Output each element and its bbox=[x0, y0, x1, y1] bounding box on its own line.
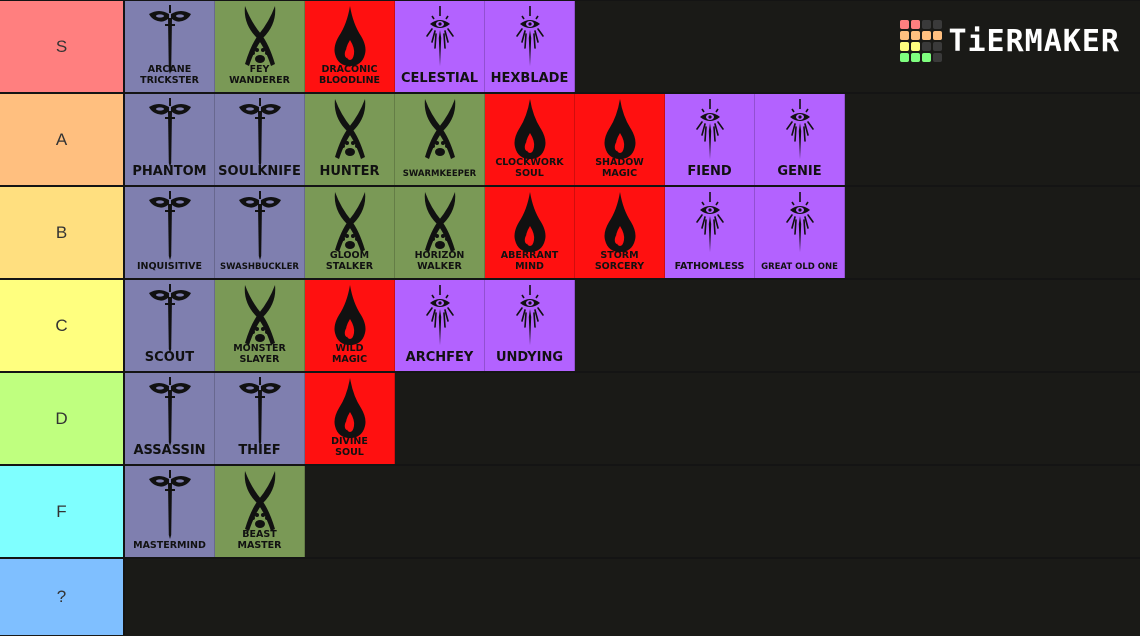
tier-row: A PHANTOM SOULKNIFE HUNTER SWARMKEEPER CLOCKW… bbox=[0, 94, 1140, 187]
tier-item-card[interactable]: SOULKNIFE bbox=[215, 94, 305, 185]
tier-item-name: STORM SORCERY bbox=[594, 250, 645, 272]
tier-row: D ASSASSIN THIEF DIVINE SOUL bbox=[0, 373, 1140, 466]
tiermaker-grid-icon bbox=[900, 20, 943, 62]
tier-item-name: SWASHBUCKLER bbox=[220, 262, 299, 272]
tier-item-card[interactable]: WILD MAGIC bbox=[305, 280, 395, 371]
tier-item-card[interactable]: HEXBLADE bbox=[485, 1, 575, 92]
tiermaker-logo[interactable]: TiERMAKER bbox=[900, 20, 1120, 62]
tier-item-card[interactable]: HORIZON WALKER bbox=[395, 187, 485, 278]
tier-label[interactable]: A bbox=[0, 94, 125, 185]
tier-item-name: HORIZON WALKER bbox=[414, 250, 465, 272]
tier-label[interactable]: ? bbox=[0, 559, 125, 635]
tier-items-dropzone[interactable]: SCOUT MONSTER SLAYER WILD MAGIC ARCHFEY UNDYIN… bbox=[125, 280, 1140, 371]
tier-item-name: FIEND bbox=[687, 164, 732, 179]
tier-item-name: FATHOMLESS bbox=[674, 261, 745, 272]
tier-item-name: DIVINE SOUL bbox=[331, 436, 368, 458]
tier-item-card[interactable]: ARCHFEY bbox=[395, 280, 485, 371]
tier-items-dropzone[interactable] bbox=[125, 559, 1140, 635]
tier-item-card[interactable]: PHANTOM bbox=[125, 94, 215, 185]
tier-item-name: DRACONIC BLOODLINE bbox=[318, 64, 381, 86]
tier-item-card[interactable]: FEY WANDERER bbox=[215, 1, 305, 92]
tier-label[interactable]: C bbox=[0, 280, 125, 371]
tier-item-card[interactable]: DRACONIC BLOODLINE bbox=[305, 1, 395, 92]
tier-label[interactable]: D bbox=[0, 373, 125, 464]
tier-item-name: BEAST MASTER bbox=[237, 529, 282, 551]
tier-item-name: SWARMKEEPER bbox=[402, 169, 477, 179]
tier-row: ? bbox=[0, 559, 1140, 635]
tier-item-name: SHADOW MAGIC bbox=[595, 157, 644, 179]
tier-item-name: GENIE bbox=[777, 164, 822, 179]
tier-item-card[interactable]: MONSTER SLAYER bbox=[215, 280, 305, 371]
tier-item-card[interactable]: ARCANE TRICKSTER bbox=[125, 1, 215, 92]
tier-item-name: SCOUT bbox=[144, 350, 195, 365]
tier-item-name: MONSTER SLAYER bbox=[233, 343, 286, 365]
tier-row: B INQUISITIVE SWASHBUCKLER GLOOM STALKER HORI… bbox=[0, 187, 1140, 280]
tier-row: C SCOUT MONSTER SLAYER WILD MAGIC ARCHFEY UNDYI… bbox=[0, 280, 1140, 373]
tier-item-name: CELESTIAL bbox=[401, 71, 478, 86]
tier-label[interactable]: F bbox=[0, 466, 125, 557]
tier-items-dropzone[interactable]: PHANTOM SOULKNIFE HUNTER SWARMKEEPER CLOCKWO… bbox=[125, 94, 1140, 185]
tier-item-card[interactable]: INQUISITIVE bbox=[125, 187, 215, 278]
tier-item-card[interactable]: SWARMKEEPER bbox=[395, 94, 485, 185]
tier-item-name: ASSASSIN bbox=[133, 443, 206, 458]
tier-item-name: MASTERMIND bbox=[133, 540, 206, 551]
tier-item-name: HEXBLADE bbox=[490, 71, 569, 86]
tier-item-card[interactable]: THIEF bbox=[215, 373, 305, 464]
tier-item-card[interactable]: SWASHBUCKLER bbox=[215, 187, 305, 278]
tier-item-name: WILD MAGIC bbox=[331, 343, 368, 365]
tier-item-card[interactable]: MASTERMIND bbox=[125, 466, 215, 557]
tier-item-card[interactable]: ABERRANT MIND bbox=[485, 187, 575, 278]
tier-row: F MASTERMIND BEAST MASTER bbox=[0, 466, 1140, 559]
tier-item-card[interactable]: BEAST MASTER bbox=[215, 466, 305, 557]
tier-item-card[interactable]: ASSASSIN bbox=[125, 373, 215, 464]
tier-item-name: ARCANE TRICKSTER bbox=[140, 64, 199, 86]
tier-board: S ARCANE TRICKSTER FEY WANDERER DRACONIC BLOOD… bbox=[0, 0, 1140, 636]
tier-item-card[interactable]: CELESTIAL bbox=[395, 1, 485, 92]
tier-item-card[interactable]: DIVINE SOUL bbox=[305, 373, 395, 464]
tier-item-name: HUNTER bbox=[319, 164, 380, 179]
tier-item-name: PHANTOM bbox=[132, 164, 207, 179]
tier-item-card[interactable]: GREAT OLD ONE bbox=[755, 187, 845, 278]
tier-item-name: SOULKNIFE bbox=[218, 164, 301, 179]
tier-label[interactable]: B bbox=[0, 187, 125, 278]
tier-item-card[interactable]: GENIE bbox=[755, 94, 845, 185]
tier-item-card[interactable]: FIEND bbox=[665, 94, 755, 185]
tier-item-card[interactable]: GLOOM STALKER bbox=[305, 187, 395, 278]
tier-item-card[interactable]: HUNTER bbox=[305, 94, 395, 185]
tier-item-card[interactable]: UNDYING bbox=[485, 280, 575, 371]
tier-item-name: THIEF bbox=[238, 443, 281, 458]
tier-item-card[interactable]: STORM SORCERY bbox=[575, 187, 665, 278]
tier-item-name: ARCHFEY bbox=[405, 350, 474, 365]
tier-label[interactable]: S bbox=[0, 1, 125, 92]
tier-item-card[interactable]: SHADOW MAGIC bbox=[575, 94, 665, 185]
tier-item-name: GLOOM STALKER bbox=[325, 250, 374, 272]
tier-item-name: INQUISITIVE bbox=[136, 261, 203, 272]
tier-item-name: GREAT OLD ONE bbox=[761, 262, 838, 272]
tier-item-name: ABERRANT MIND bbox=[500, 250, 559, 272]
tier-item-card[interactable]: FATHOMLESS bbox=[665, 187, 755, 278]
tier-item-name: UNDYING bbox=[495, 350, 564, 365]
brand-name: TiERMAKER bbox=[948, 23, 1120, 59]
tier-items-dropzone[interactable]: INQUISITIVE SWASHBUCKLER GLOOM STALKER HORIZ… bbox=[125, 187, 1140, 278]
tier-items-dropzone[interactable]: MASTERMIND BEAST MASTER bbox=[125, 466, 1140, 557]
tier-item-card[interactable]: CLOCKWORK SOUL bbox=[485, 94, 575, 185]
tier-item-card[interactable]: SCOUT bbox=[125, 280, 215, 371]
tier-items-dropzone[interactable]: ASSASSIN THIEF DIVINE SOUL bbox=[125, 373, 1140, 464]
tier-item-name: FEY WANDERER bbox=[229, 64, 290, 86]
tier-item-name: CLOCKWORK SOUL bbox=[495, 157, 564, 179]
